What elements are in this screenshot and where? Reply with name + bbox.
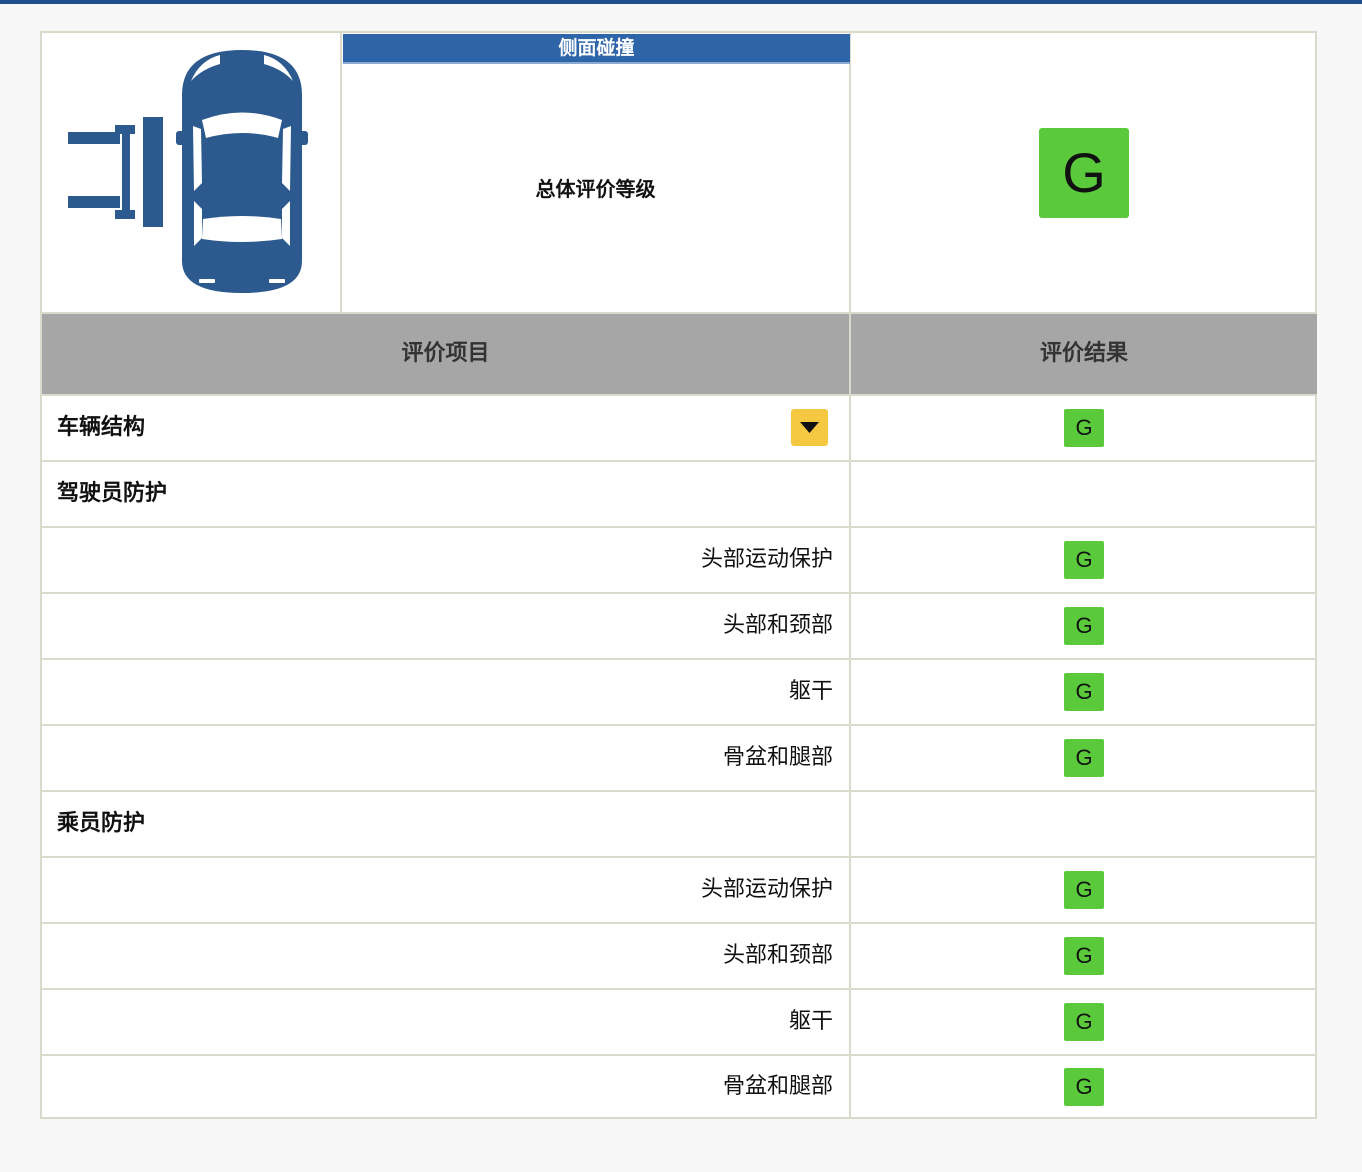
- expand-dropdown-button[interactable]: [791, 409, 828, 446]
- table-row: 头部运动保护 G: [42, 858, 1317, 924]
- rating-badge: G: [1064, 1068, 1104, 1106]
- item-label: 躯干: [788, 679, 833, 704]
- rating-badge: G: [1064, 739, 1104, 777]
- item-label: 躯干: [788, 1009, 833, 1034]
- table-row: 头部和颈部 G: [42, 594, 1317, 660]
- rating-badge: G: [1064, 937, 1104, 975]
- item-label: 骨盆和腿部: [722, 745, 833, 770]
- car-illustration-cell: [42, 33, 342, 312]
- rating-badge: G: [1064, 607, 1104, 645]
- table-row: 骨盆和腿部 G: [42, 1056, 1317, 1117]
- overall-rating-badge: G: [1039, 128, 1129, 218]
- table-row-vehicle-structure: 车辆结构 G: [42, 396, 1317, 462]
- side-impact-car-icon: [68, 50, 308, 293]
- overall-rating-label-cell: 侧面碰撞 总体评价等级: [342, 33, 851, 312]
- rating-badge: G: [1064, 673, 1104, 711]
- table-row: 头部和颈部 G: [42, 924, 1317, 990]
- table-row: 头部运动保护 G: [42, 528, 1317, 594]
- rating-header: 侧面碰撞 总体评价等级 G: [42, 33, 1317, 314]
- section-label: 车辆结构: [57, 415, 146, 440]
- table-row-driver-protection: 驾驶员防护: [42, 462, 1317, 528]
- top-accent-bar: [0, 0, 1362, 4]
- item-label: 头部和颈部: [722, 613, 833, 638]
- table-row: 躯干 G: [42, 990, 1317, 1056]
- table-row: 骨盆和腿部 G: [42, 726, 1317, 792]
- rating-badge: G: [1064, 409, 1104, 447]
- rating-badge: G: [1064, 871, 1104, 909]
- column-header-item: 评价项目: [42, 314, 851, 394]
- rating-badge: G: [1064, 541, 1104, 579]
- section-label: 乘员防护: [57, 811, 146, 836]
- overall-rating-label: 总体评价等级: [535, 177, 656, 201]
- table-row-passenger-protection: 乘员防护: [42, 792, 1317, 858]
- table-row: 躯干 G: [42, 660, 1317, 726]
- section-label: 驾驶员防护: [57, 481, 168, 506]
- item-label: 头部运动保护: [700, 547, 833, 572]
- item-label: 骨盆和腿部: [722, 1074, 833, 1099]
- test-type-title: 侧面碰撞: [343, 34, 850, 64]
- chevron-down-icon: [800, 422, 819, 433]
- column-header-result: 评价结果: [1039, 341, 1128, 366]
- side-impact-rating-panel: 侧面碰撞 总体评价等级 G 评价项目 评价结果 车辆结构 G 驾驶员防护 头部运…: [40, 31, 1317, 1119]
- table-column-header: 评价项目 评价结果: [42, 314, 1317, 396]
- rating-badge: G: [1064, 1003, 1104, 1041]
- item-label: 头部运动保护: [700, 877, 833, 902]
- item-label: 头部和颈部: [722, 943, 833, 968]
